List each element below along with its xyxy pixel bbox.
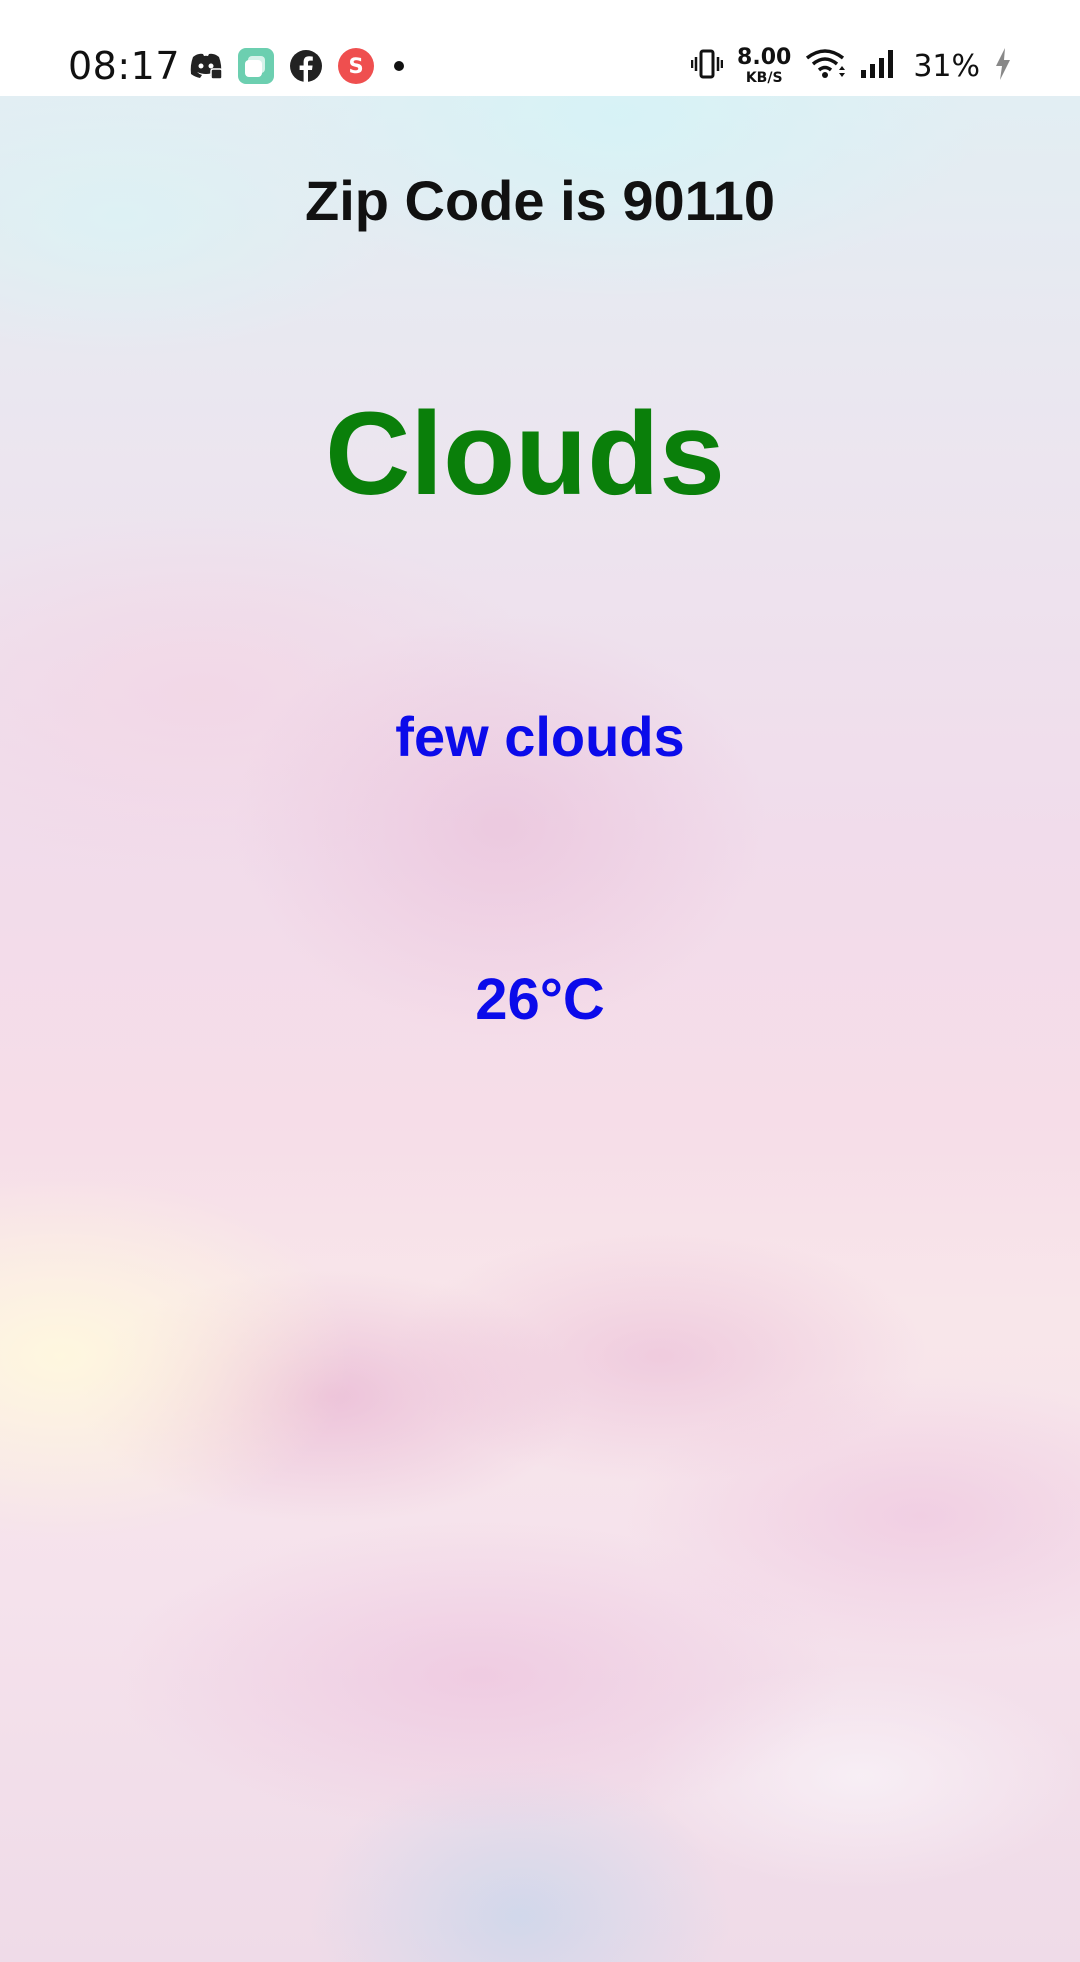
weather-screen: Zip Code is 90110 Clouds few clouds 26°C <box>0 96 1080 1962</box>
signal-icon <box>859 48 899 85</box>
status-time: 08:17 <box>68 44 181 88</box>
battery-percent: 31% <box>913 48 980 84</box>
charging-icon <box>994 47 1012 86</box>
app-square-icon <box>238 48 274 84</box>
status-bar: 08:17 S 8.00 KB/S 31% <box>0 0 1080 96</box>
network-speed-value: 8.00 <box>737 45 792 70</box>
s-app-icon: S <box>338 48 374 84</box>
discord-icon <box>188 48 224 84</box>
more-dot-icon <box>394 61 404 71</box>
notification-icons: S <box>188 48 404 84</box>
weather-description: few clouds <box>395 705 685 768</box>
weather-condition: Clouds <box>325 388 725 520</box>
zip-code-title: Zip Code is 90110 <box>305 169 775 232</box>
system-icons: 8.00 KB/S 31% <box>690 45 1012 86</box>
facebook-icon <box>288 48 324 84</box>
network-speed: 8.00 KB/S <box>737 45 792 86</box>
vibrate-icon <box>690 49 724 84</box>
weather-temperature: 26°C <box>475 967 605 1032</box>
wifi-icon <box>805 48 846 85</box>
svg-text:S: S <box>348 54 363 78</box>
network-speed-unit: KB/S <box>745 70 783 86</box>
